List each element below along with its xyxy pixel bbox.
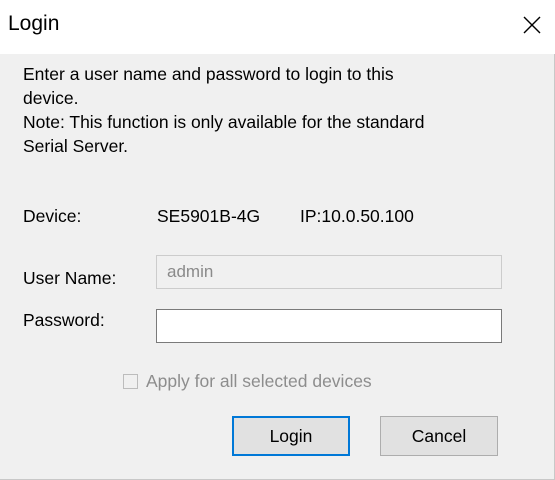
device-model: SE5901B-4G xyxy=(157,206,261,226)
dialog-title: Login xyxy=(8,12,60,35)
device-label: Device: xyxy=(23,206,82,226)
title-bar: Login xyxy=(0,0,555,54)
close-icon xyxy=(523,16,541,34)
close-button[interactable] xyxy=(509,0,555,54)
username-label: User Name: xyxy=(23,268,117,288)
apply-all-label: Apply for all selected devices xyxy=(146,370,372,391)
note-text-line-1: Note: This function is only available fo… xyxy=(23,112,425,132)
note-text-line-2: Serial Server. xyxy=(23,136,129,156)
password-label: Password: xyxy=(23,310,105,330)
login-dialog: Login Enter a user name and password to … xyxy=(0,0,555,480)
dialog-content: Enter a user name and password to login … xyxy=(0,54,555,480)
cancel-button[interactable]: Cancel xyxy=(380,416,498,456)
login-button[interactable]: Login xyxy=(232,416,350,456)
apply-all-option[interactable]: Apply for all selected devices xyxy=(123,370,372,392)
instruction-text-line-2: device. xyxy=(23,88,79,108)
apply-all-checkbox[interactable] xyxy=(123,373,138,389)
username-field[interactable] xyxy=(156,255,502,289)
device-ip: IP:10.0.50.100 xyxy=(300,206,414,226)
password-field[interactable] xyxy=(156,309,502,343)
instruction-text-line-1: Enter a user name and password to login … xyxy=(23,64,394,84)
